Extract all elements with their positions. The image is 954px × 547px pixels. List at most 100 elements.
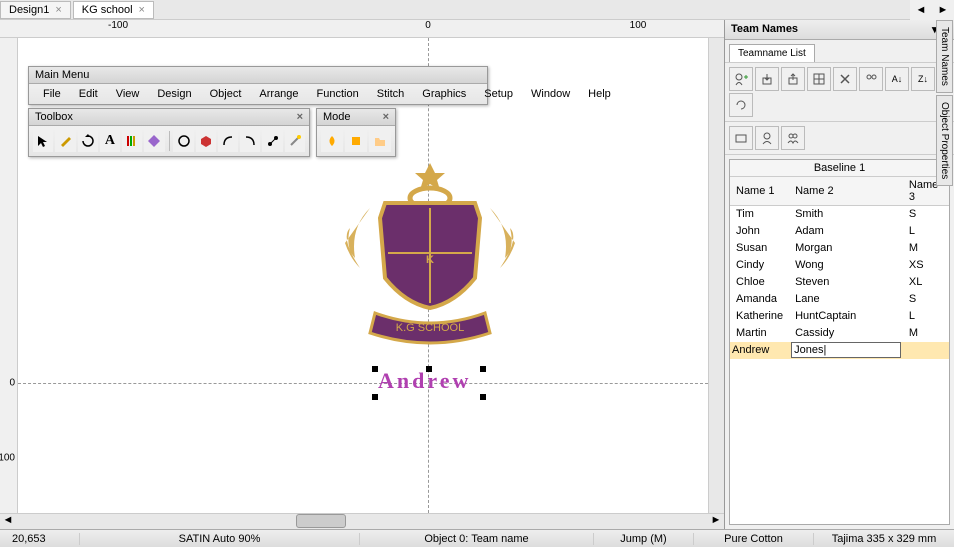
- delete-icon[interactable]: [833, 67, 857, 91]
- menu-help[interactable]: Help: [580, 86, 619, 102]
- embroidery-crest[interactable]: K K.G SCHOOL: [330, 158, 530, 358]
- table-row-editing[interactable]: Andrew: [730, 342, 949, 359]
- node-tool-icon[interactable]: [262, 130, 282, 152]
- menu-file[interactable]: File: [35, 86, 69, 102]
- status-stitch: SATIN Auto 90%: [80, 533, 360, 545]
- export-icon[interactable]: [781, 67, 805, 91]
- tab-scroll-left[interactable]: ◄: [910, 0, 932, 21]
- curve-left-icon[interactable]: [218, 130, 238, 152]
- table-cell[interactable]: Andrew: [730, 342, 789, 359]
- table-cell[interactable]: M: [903, 240, 949, 257]
- menu-graphics[interactable]: Graphics: [414, 86, 474, 102]
- refresh-icon[interactable]: [729, 93, 753, 117]
- curve-right-icon[interactable]: [240, 130, 260, 152]
- panel-title: Team Names: [731, 23, 798, 36]
- menu-edit[interactable]: Edit: [71, 86, 106, 102]
- table-cell[interactable]: Morgan: [789, 240, 903, 257]
- table-cell[interactable]: Adam: [789, 223, 903, 240]
- circle-tool-icon[interactable]: [173, 130, 193, 152]
- sort-asc-icon[interactable]: A↓: [885, 67, 909, 91]
- sort-desc-icon[interactable]: Z↓: [911, 67, 935, 91]
- menu-stitch[interactable]: Stitch: [369, 86, 413, 102]
- table-cell[interactable]: John: [730, 223, 789, 240]
- wand-tool-icon[interactable]: [285, 130, 305, 152]
- team-names-panel: Team Names▾× Teamname List A↓ Z↓ Baselin…: [724, 20, 954, 529]
- table-cell[interactable]: Chloe: [730, 274, 789, 291]
- menu-view[interactable]: View: [108, 86, 148, 102]
- shape-tool-icon[interactable]: [144, 130, 164, 152]
- team-name-text[interactable]: Andrew: [378, 368, 471, 394]
- tab-scroll-right[interactable]: ►: [932, 0, 954, 21]
- folder-icon[interactable]: [369, 130, 391, 152]
- table-row[interactable]: JohnAdamL: [730, 223, 949, 240]
- table-cell[interactable]: XS: [903, 257, 949, 274]
- table-cell[interactable]: Lane: [789, 291, 903, 308]
- vtab-team-names[interactable]: Team Names: [936, 20, 953, 93]
- rotate-tool-icon[interactable]: [78, 130, 98, 152]
- design-mode-icon[interactable]: [345, 130, 367, 152]
- vtab-object-properties[interactable]: Object Properties: [936, 95, 953, 186]
- table-cell[interactable]: Martin: [730, 325, 789, 342]
- menu-arrange[interactable]: Arrange: [251, 86, 306, 102]
- col-name2[interactable]: Name 2: [789, 177, 903, 206]
- select-tool-icon[interactable]: [33, 130, 53, 152]
- menu-window[interactable]: Window: [523, 86, 578, 102]
- table-cell[interactable]: S: [903, 206, 949, 223]
- close-icon[interactable]: ×: [55, 4, 61, 16]
- table-cell[interactable]: Wong: [789, 257, 903, 274]
- menu-function[interactable]: Function: [309, 86, 367, 102]
- col-name1[interactable]: Name 1: [730, 177, 789, 206]
- scrollbar-vertical[interactable]: [708, 38, 724, 513]
- table-cell[interactable]: Susan: [730, 240, 789, 257]
- menu-design[interactable]: Design: [149, 86, 199, 102]
- table-cell[interactable]: XL: [903, 274, 949, 291]
- grid-icon[interactable]: [807, 67, 831, 91]
- close-icon[interactable]: ×: [139, 4, 145, 16]
- table-cell[interactable]: S: [903, 291, 949, 308]
- text-tool-icon[interactable]: A: [100, 130, 120, 152]
- table-row[interactable]: KatherineHuntCaptainL: [730, 308, 949, 325]
- table-row[interactable]: TimSmithS: [730, 206, 949, 223]
- design-canvas[interactable]: Main Menu File Edit View Design Object A…: [18, 38, 708, 513]
- table-cell[interactable]: M: [903, 325, 949, 342]
- status-size: Tajima 335 x 329 mm: [814, 533, 954, 545]
- simulator-icon[interactable]: [321, 130, 343, 152]
- table-row[interactable]: ChloeStevenXL: [730, 274, 949, 291]
- team-icon[interactable]: [859, 67, 883, 91]
- scrollbar-horizontal[interactable]: ◄ ►: [0, 513, 724, 529]
- baseline-header[interactable]: Baseline 1: [730, 160, 949, 177]
- hexagon-tool-icon[interactable]: [196, 130, 216, 152]
- preview-icon[interactable]: [729, 126, 753, 150]
- column-tool-icon[interactable]: [122, 130, 142, 152]
- table-cell[interactable]: L: [903, 308, 949, 325]
- tab-design1[interactable]: Design1×: [0, 1, 71, 19]
- table-row[interactable]: SusanMorganM: [730, 240, 949, 257]
- table-cell[interactable]: Amanda: [730, 291, 789, 308]
- person-icon[interactable]: [755, 126, 779, 150]
- table-cell[interactable]: Steven: [789, 274, 903, 291]
- table-cell[interactable]: Cindy: [730, 257, 789, 274]
- table-row[interactable]: AmandaLaneS: [730, 291, 949, 308]
- reshape-tool-icon[interactable]: [55, 130, 75, 152]
- table-cell[interactable]: Cassidy: [789, 325, 903, 342]
- add-member-icon[interactable]: [729, 67, 753, 91]
- import-icon[interactable]: [755, 67, 779, 91]
- teamname-list-tab[interactable]: Teamname List: [729, 44, 815, 62]
- table-cell[interactable]: HuntCaptain: [789, 308, 903, 325]
- mode-panel: Mode×: [316, 108, 396, 157]
- tab-kgschool[interactable]: KG school×: [73, 1, 154, 19]
- group-icon[interactable]: [781, 126, 805, 150]
- name2-input[interactable]: [791, 342, 901, 358]
- table-cell[interactable]: [903, 342, 949, 359]
- menu-object[interactable]: Object: [202, 86, 250, 102]
- status-jump: Jump (M): [594, 533, 694, 545]
- menu-setup[interactable]: Setup: [476, 86, 521, 102]
- table-cell[interactable]: L: [903, 223, 949, 240]
- close-icon[interactable]: ×: [297, 111, 303, 123]
- table-cell[interactable]: Tim: [730, 206, 789, 223]
- table-cell[interactable]: Smith: [789, 206, 903, 223]
- table-row[interactable]: MartinCassidyM: [730, 325, 949, 342]
- table-cell[interactable]: Katherine: [730, 308, 789, 325]
- close-icon[interactable]: ×: [383, 111, 389, 123]
- table-row[interactable]: CindyWongXS: [730, 257, 949, 274]
